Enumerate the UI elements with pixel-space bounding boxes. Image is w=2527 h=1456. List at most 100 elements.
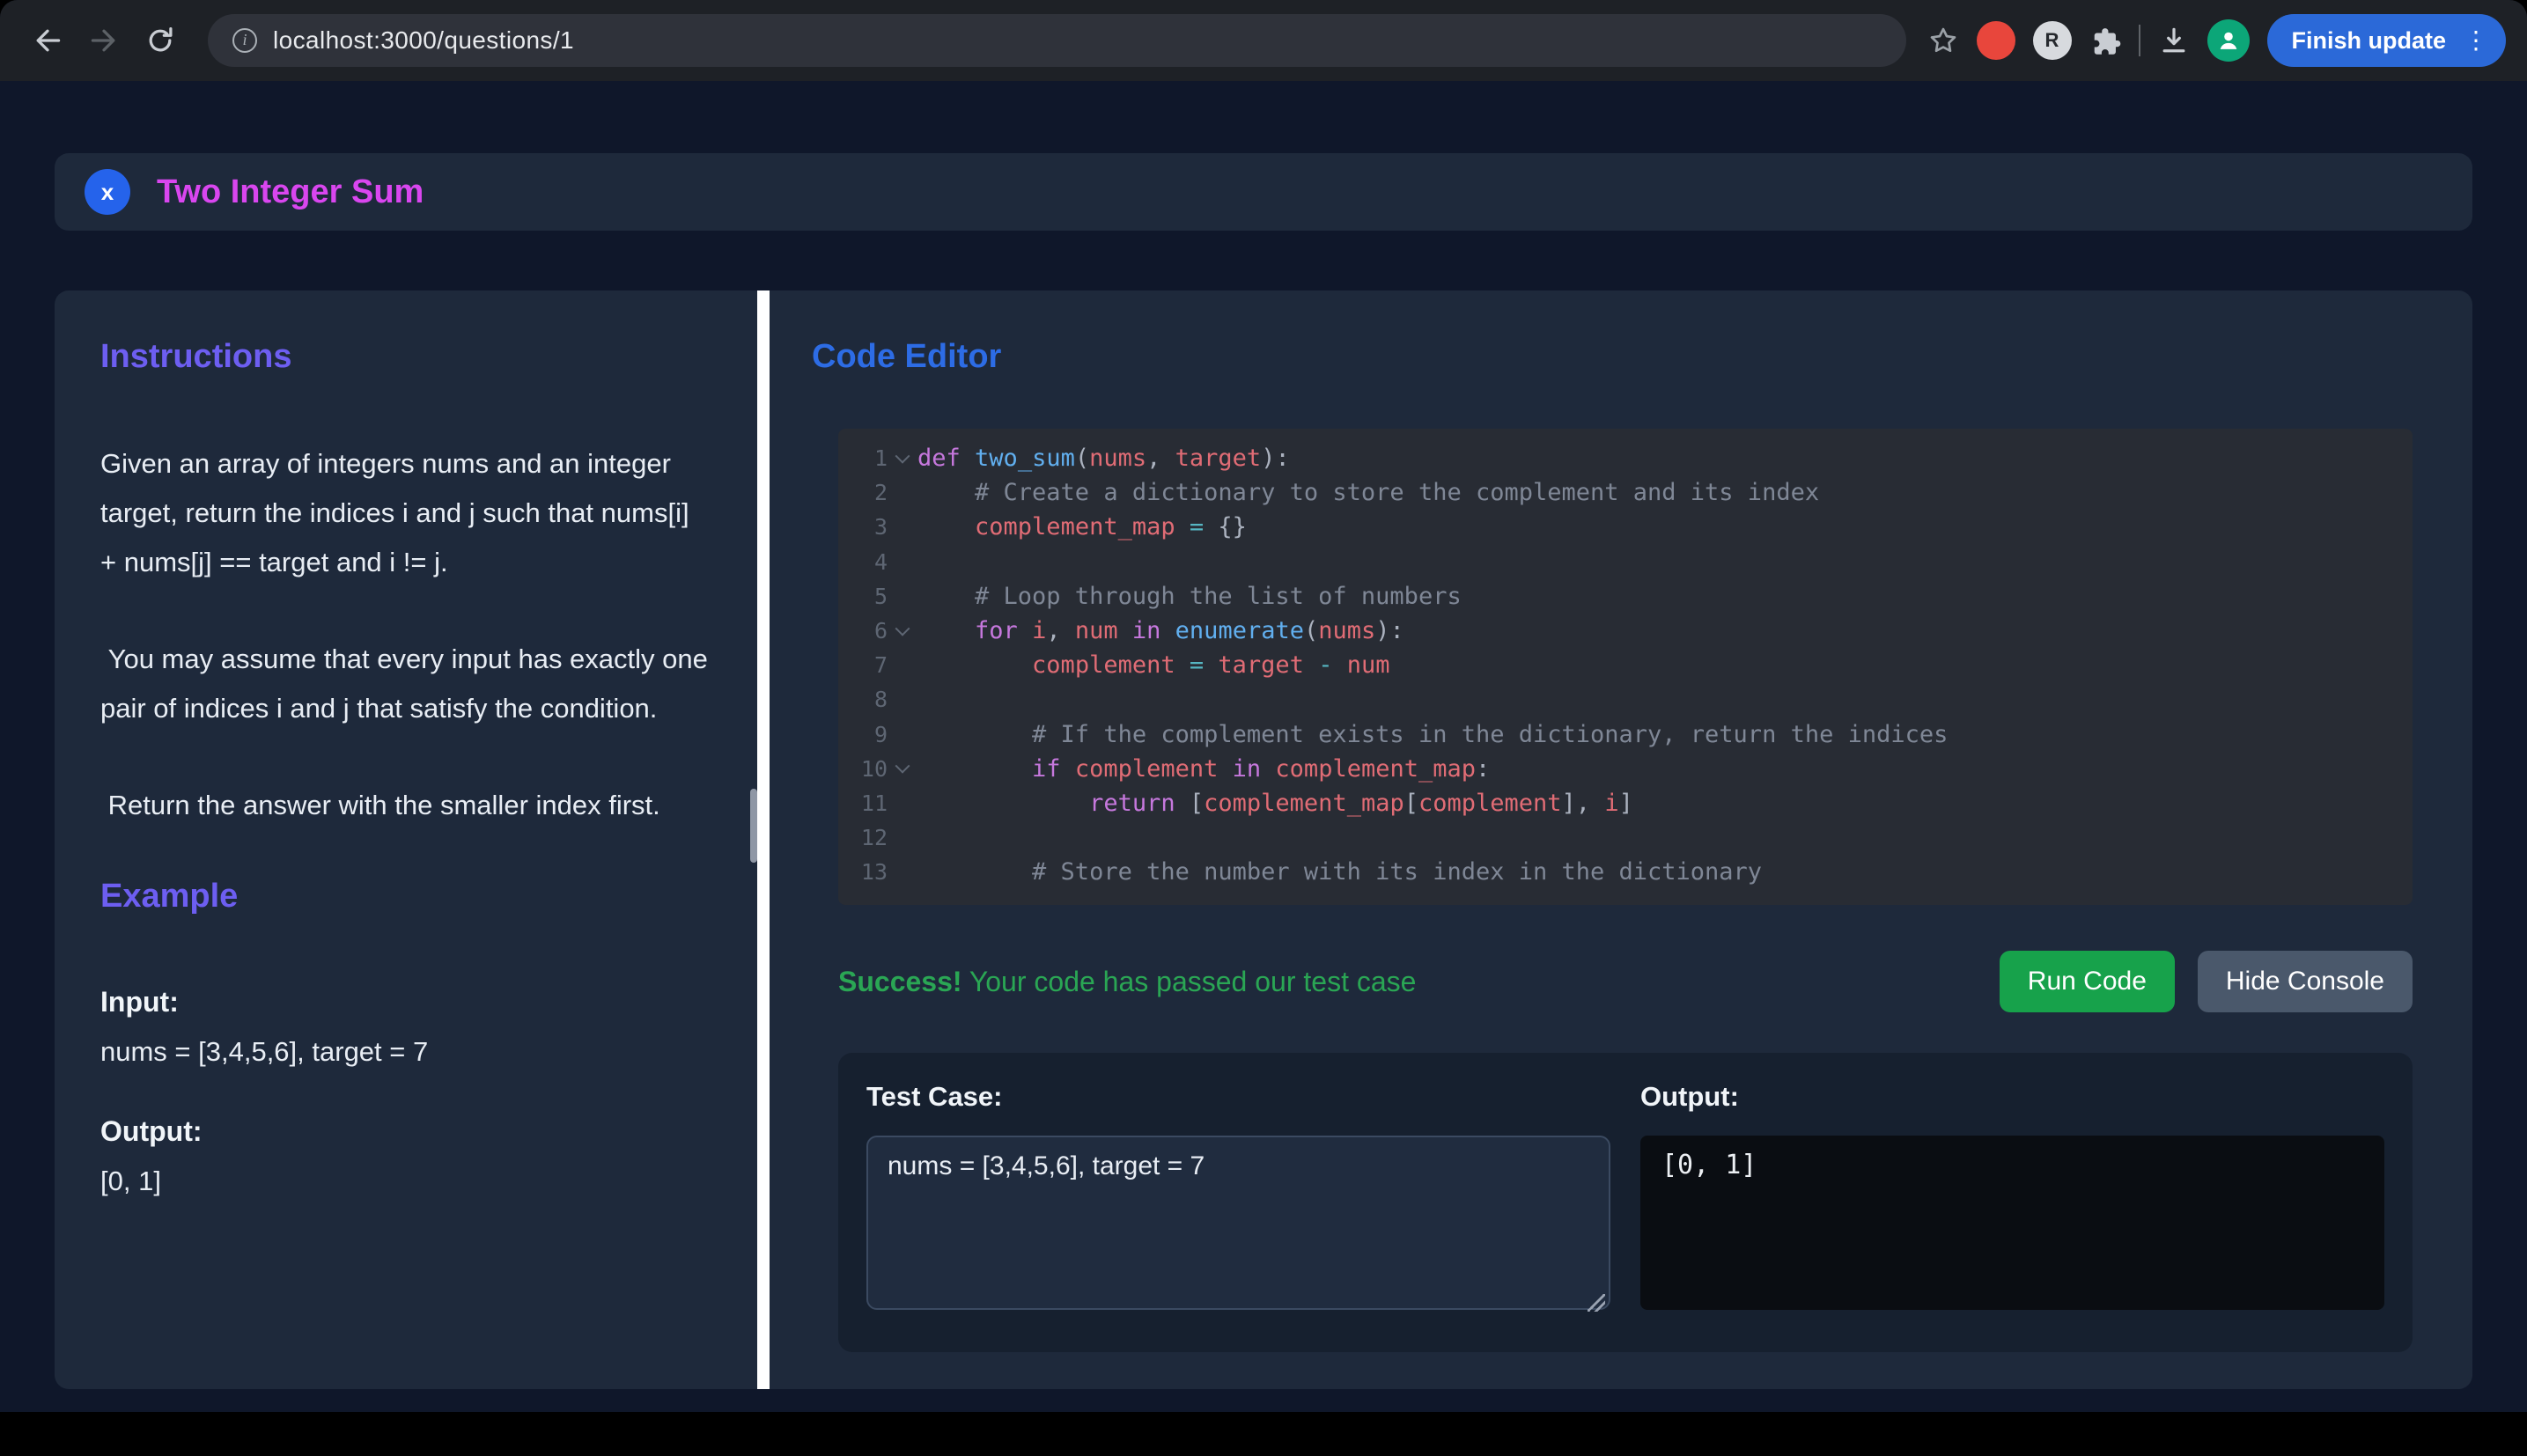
star-icon [1927,25,1959,56]
hide-console-button[interactable]: Hide Console [2198,951,2413,1012]
code-line[interactable]: 8 [838,682,2413,717]
code-line-text: for i, num in enumerate(nums): [917,617,1404,644]
toolbar-right: R Finish update ⋮ [1927,14,2507,67]
instruction-paragraph: Given an array of integers nums and an i… [100,439,711,587]
line-number: 3 [838,514,888,540]
status-success-label: Success! [838,966,962,997]
line-number: 12 [838,825,888,850]
code-line[interactable]: 4 [838,545,2413,579]
finish-update-label: Finish update [2292,27,2447,55]
run-code-button[interactable]: Run Code [2000,951,2175,1012]
code-line-text: return [complement_map[complement], i] [917,790,1633,817]
fold-chevron-icon[interactable] [888,453,917,464]
line-number: 1 [838,445,888,471]
code-editor-heading: Code Editor [812,338,2430,376]
extension-icon-red[interactable] [1977,21,2015,60]
test-case-wrap: nums = [3,4,5,6], target = 7 [866,1136,1610,1320]
finish-update-button[interactable]: Finish update ⋮ [2267,14,2507,67]
code-line[interactable]: 6 for i, num in enumerate(nums): [838,614,2413,648]
download-icon [2158,25,2190,56]
output-column: Output: [0, 1] [1640,1081,2384,1320]
instruction-paragraph: You may assume that every input has exac… [100,635,711,733]
line-number: 5 [838,584,888,609]
action-buttons: Run Code Hide Console [2000,951,2413,1012]
instruction-paragraph: Return the answer with the smaller index… [100,781,711,830]
kebab-menu-icon[interactable]: ⋮ [2460,28,2492,53]
fold-chevron-icon[interactable] [888,763,917,774]
line-number: 8 [838,687,888,712]
browser-window: i localhost:3000/questions/1 R Finish up… [0,0,2527,1456]
code-editor-panel: Code Editor 1 def two_sum(nums, target): 2… [770,290,2472,1389]
line-number: 13 [838,859,888,885]
toolbar-separator [2139,25,2140,56]
console-panel: Test Case: nums = [3,4,5,6], target = 7 … [838,1053,2413,1352]
forward-button[interactable] [77,14,130,67]
code-line-text: def two_sum(nums, target): [917,445,1290,472]
address-bar[interactable]: i localhost:3000/questions/1 [208,14,1906,67]
code-line[interactable]: 1 def two_sum(nums, target): [838,441,2413,475]
reload-icon [144,25,176,56]
code-lines: 1 def two_sum(nums, target): 2 # Create a … [838,441,2413,889]
code-line-text: if complement in complement_map: [917,755,1490,783]
line-number: 10 [838,756,888,782]
scrollbar-thumb[interactable] [750,789,757,863]
output-label: Output: [1640,1081,2384,1113]
instructions-heading: Instructions [100,338,711,376]
question-title: Two Integer Sum [157,173,424,211]
url-text: localhost:3000/questions/1 [273,26,574,55]
example-output-label: Output: [100,1115,711,1148]
status-detail: Your code has passed our test case [962,966,1417,997]
code-line[interactable]: 10 if complement in complement_map: [838,752,2413,786]
question-header: x Two Integer Sum [55,153,2472,231]
code-line-text: complement_map = {} [917,513,1247,540]
resize-grip-icon[interactable] [1588,1294,1605,1312]
line-number: 6 [838,618,888,643]
code-line-text: # Create a dictionary to store the compl… [917,479,1819,506]
code-line-text: # Store the number with its index in the… [917,858,1762,886]
code-line[interactable]: 13 # Store the number with its index in … [838,855,2413,889]
example-output-value: [0, 1] [100,1160,711,1202]
extension-avatar[interactable]: R [2033,21,2072,60]
profile-avatar[interactable] [2207,19,2250,62]
page-content: x Two Integer Sum Instructions Given an … [0,81,2527,1412]
code-line-text: # If the complement exists in the dictio… [917,721,1948,748]
fold-chevron-icon[interactable] [888,626,917,636]
code-line[interactable]: 9 # If the complement exists in the dict… [838,717,2413,752]
test-case-input[interactable]: nums = [3,4,5,6], target = 7 [866,1136,1610,1310]
console-output: [0, 1] [1640,1136,2384,1310]
window-bottom-strip [0,1412,2527,1456]
code-line[interactable]: 3 complement_map = {} [838,510,2413,544]
question-badge-icon: x [85,169,130,215]
result-row: Success! Your code has passed our test c… [838,951,2413,1012]
puzzle-icon [2089,25,2121,56]
person-icon [2214,26,2243,55]
line-number: 7 [838,652,888,678]
code-editor[interactable]: 1 def two_sum(nums, target): 2 # Create a … [838,429,2413,905]
back-arrow-icon [32,25,63,56]
panel-resize-divider[interactable] [757,290,770,1389]
code-line[interactable]: 7 complement = target - num [838,648,2413,682]
line-number: 11 [838,791,888,816]
downloads-button[interactable] [2158,25,2190,56]
code-line[interactable]: 2 # Create a dictionary to store the com… [838,475,2413,510]
site-info-icon[interactable]: i [232,28,257,53]
example-input-value: nums = [3,4,5,6], target = 7 [100,1031,711,1073]
test-case-column: Test Case: nums = [3,4,5,6], target = 7 [866,1081,1610,1320]
example-input-label: Input: [100,986,711,1018]
code-line-text: complement = target - num [917,651,1390,679]
main-split: Instructions Given an array of integers … [55,290,2472,1389]
extensions-puzzle-button[interactable] [2089,25,2121,56]
code-line[interactable]: 12 [838,820,2413,855]
forward-arrow-icon [88,25,120,56]
bookmark-star-button[interactable] [1927,25,1959,56]
back-button[interactable] [21,14,74,67]
line-number: 9 [838,722,888,747]
instructions-panel: Instructions Given an array of integers … [55,290,757,1389]
code-line[interactable]: 5 # Loop through the list of numbers [838,579,2413,614]
browser-toolbar: i localhost:3000/questions/1 R Finish up… [0,0,2527,81]
code-line[interactable]: 11 return [complement_map[complement], i… [838,786,2413,820]
status-message: Success! Your code has passed our test c… [838,966,1416,998]
reload-button[interactable] [134,14,187,67]
example-heading: Example [100,878,711,916]
code-line-text: # Loop through the list of numbers [917,583,1462,610]
